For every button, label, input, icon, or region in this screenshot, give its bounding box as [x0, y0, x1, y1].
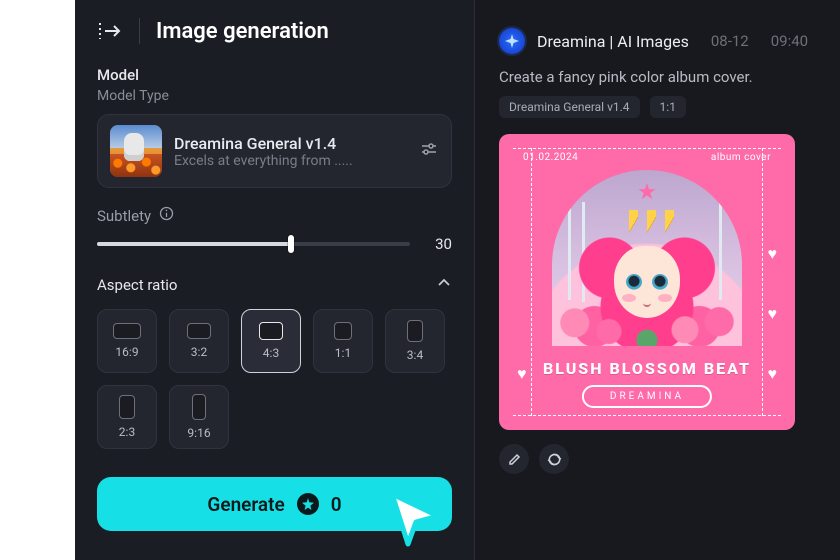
album-date: 01.02.2024 [523, 152, 578, 163]
star-icon: ★ [637, 180, 657, 205]
model-type-label: Model Type [97, 88, 452, 104]
ratio-shape-icon [259, 322, 283, 340]
result-tags: Dreamina General v1.4 1:1 [499, 96, 840, 118]
ratio-label: 9:16 [187, 426, 210, 440]
ratio-shape-icon [407, 320, 423, 342]
aspect-ratio-header[interactable]: Aspect ratio [97, 275, 452, 295]
result-source: Dreamina | AI Images [537, 32, 689, 51]
page-title: Image generation [156, 19, 329, 44]
ratio-shape-icon [334, 322, 352, 340]
model-name: Dreamina General v1.4 [174, 134, 407, 153]
chevron-up-icon [436, 275, 452, 295]
sliders-icon[interactable] [419, 139, 439, 163]
slider-thumb[interactable] [288, 235, 294, 253]
aspect-ratio-3-2[interactable]: 3:2 [169, 309, 229, 373]
generated-image[interactable]: 01.02.2024 album cover ★ ♥ ♥ ♥ ♥ BLUSH B… [499, 134, 795, 430]
result-chip: 1:1 [650, 96, 686, 118]
edit-button[interactable] [499, 444, 529, 474]
aspect-ratio-3-4[interactable]: 3:4 [385, 309, 445, 373]
model-description: Excels at everything from ..... [174, 153, 407, 169]
heart-icon: ♥ [768, 304, 778, 324]
results-panel: Dreamina | AI Images 08-12 09:40 Create … [475, 0, 840, 560]
subtlety-slider[interactable] [97, 242, 410, 246]
settings-panel: Image generation Model Model Type Dreami… [75, 0, 475, 560]
ratio-shape-icon [187, 323, 211, 339]
aspect-ratio-9-16[interactable]: 9:16 [169, 385, 229, 449]
generate-label: Generate [207, 493, 284, 516]
aspect-ratio-label: Aspect ratio [97, 276, 177, 294]
ratio-label: 2:3 [119, 425, 135, 439]
regenerate-button[interactable] [539, 444, 569, 474]
ratio-label: 1:1 [335, 346, 351, 360]
generate-button[interactable]: Generate 0 [97, 477, 452, 531]
model-selector[interactable]: Dreamina General v1.4 Excels at everythi… [97, 114, 452, 188]
ratio-label: 3:2 [191, 345, 207, 359]
ratio-shape-icon [113, 323, 141, 339]
app-badge-icon [499, 28, 525, 54]
aspect-ratio-2-3[interactable]: 2:3 [97, 385, 157, 449]
model-thumbnail [110, 125, 162, 177]
ratio-label: 4:3 [263, 346, 279, 360]
ratio-shape-icon [192, 394, 206, 420]
credits-icon [297, 493, 319, 515]
info-icon[interactable] [159, 206, 174, 225]
aspect-ratio-16-9[interactable]: 16:9 [97, 309, 157, 373]
album-artist: DREAMINA [582, 385, 712, 408]
aspect-ratio-grid: 16:9 3:2 4:3 1:1 3:4 2:3 9:16 [97, 309, 452, 449]
heart-icon: ♥ [768, 244, 778, 264]
result-date: 08-12 [711, 32, 749, 50]
ratio-shape-icon [119, 395, 135, 419]
subtlety-value: 30 [424, 235, 452, 253]
ratio-label: 3:4 [407, 348, 423, 362]
divider [139, 18, 140, 44]
subtlety-label: Subtlety [97, 207, 151, 225]
result-chip: Dreamina General v1.4 [499, 96, 640, 118]
ratio-label: 16:9 [115, 345, 138, 359]
result-time: 09:40 [771, 32, 808, 50]
album-title: BLUSH BLOSSOM BEAT [499, 359, 795, 378]
prompt-text: Create a fancy pink color album cover. [499, 68, 840, 86]
generate-cost: 0 [331, 493, 342, 516]
model-section-label: Model [97, 66, 452, 84]
album-tag: album cover [711, 152, 771, 163]
aspect-ratio-1-1[interactable]: 1:1 [313, 309, 373, 373]
collapse-icon[interactable] [97, 20, 123, 42]
aspect-ratio-4-3[interactable]: 4:3 [241, 309, 301, 373]
